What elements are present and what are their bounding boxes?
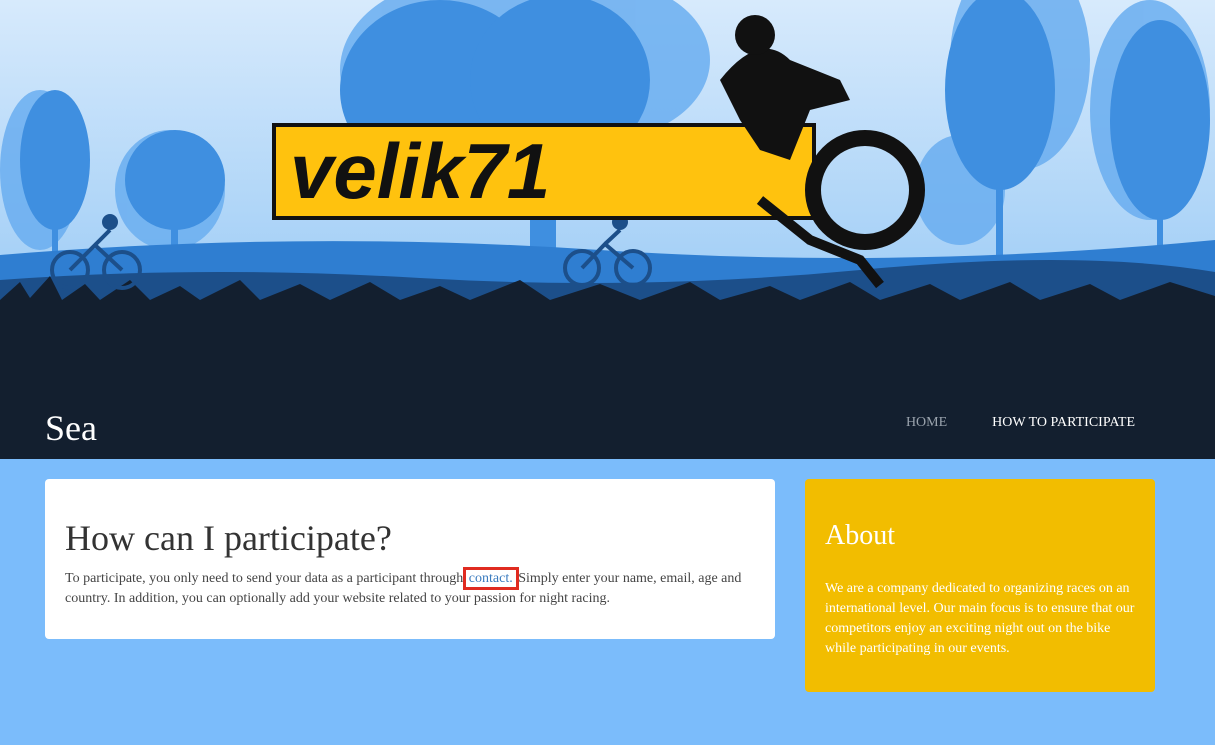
about-text: We are a company dedicated to organizing… (825, 581, 1135, 656)
participation-text: To participate, you only need to send yo… (65, 567, 755, 609)
main-nav: HOME HOW TO PARTICIPATE (906, 412, 1135, 434)
participation-card: How can I participate? To participate, y… (45, 479, 775, 639)
participation-text-before-link: To participate, you only need to send yo… (65, 571, 467, 586)
hero-banner: velik71 Sea HOME HOW TO PARTICIPATE (0, 0, 1215, 459)
forest-cyclist-illustration: velik71 (0, 0, 1215, 320)
nav-how-to-participate-link[interactable]: HOW TO PARTICIPATE (992, 412, 1135, 434)
svg-text:velik71: velik71 (290, 127, 550, 215)
about-card: About We are a company dedicated to orga… (805, 479, 1155, 692)
contact-link[interactable]: contact. (462, 567, 519, 590)
page-heading: How can I participate? (65, 518, 392, 558)
nav-home-link[interactable]: HOME (906, 412, 947, 434)
about-heading: About (825, 520, 895, 551)
site-title[interactable]: Sea (45, 404, 97, 452)
